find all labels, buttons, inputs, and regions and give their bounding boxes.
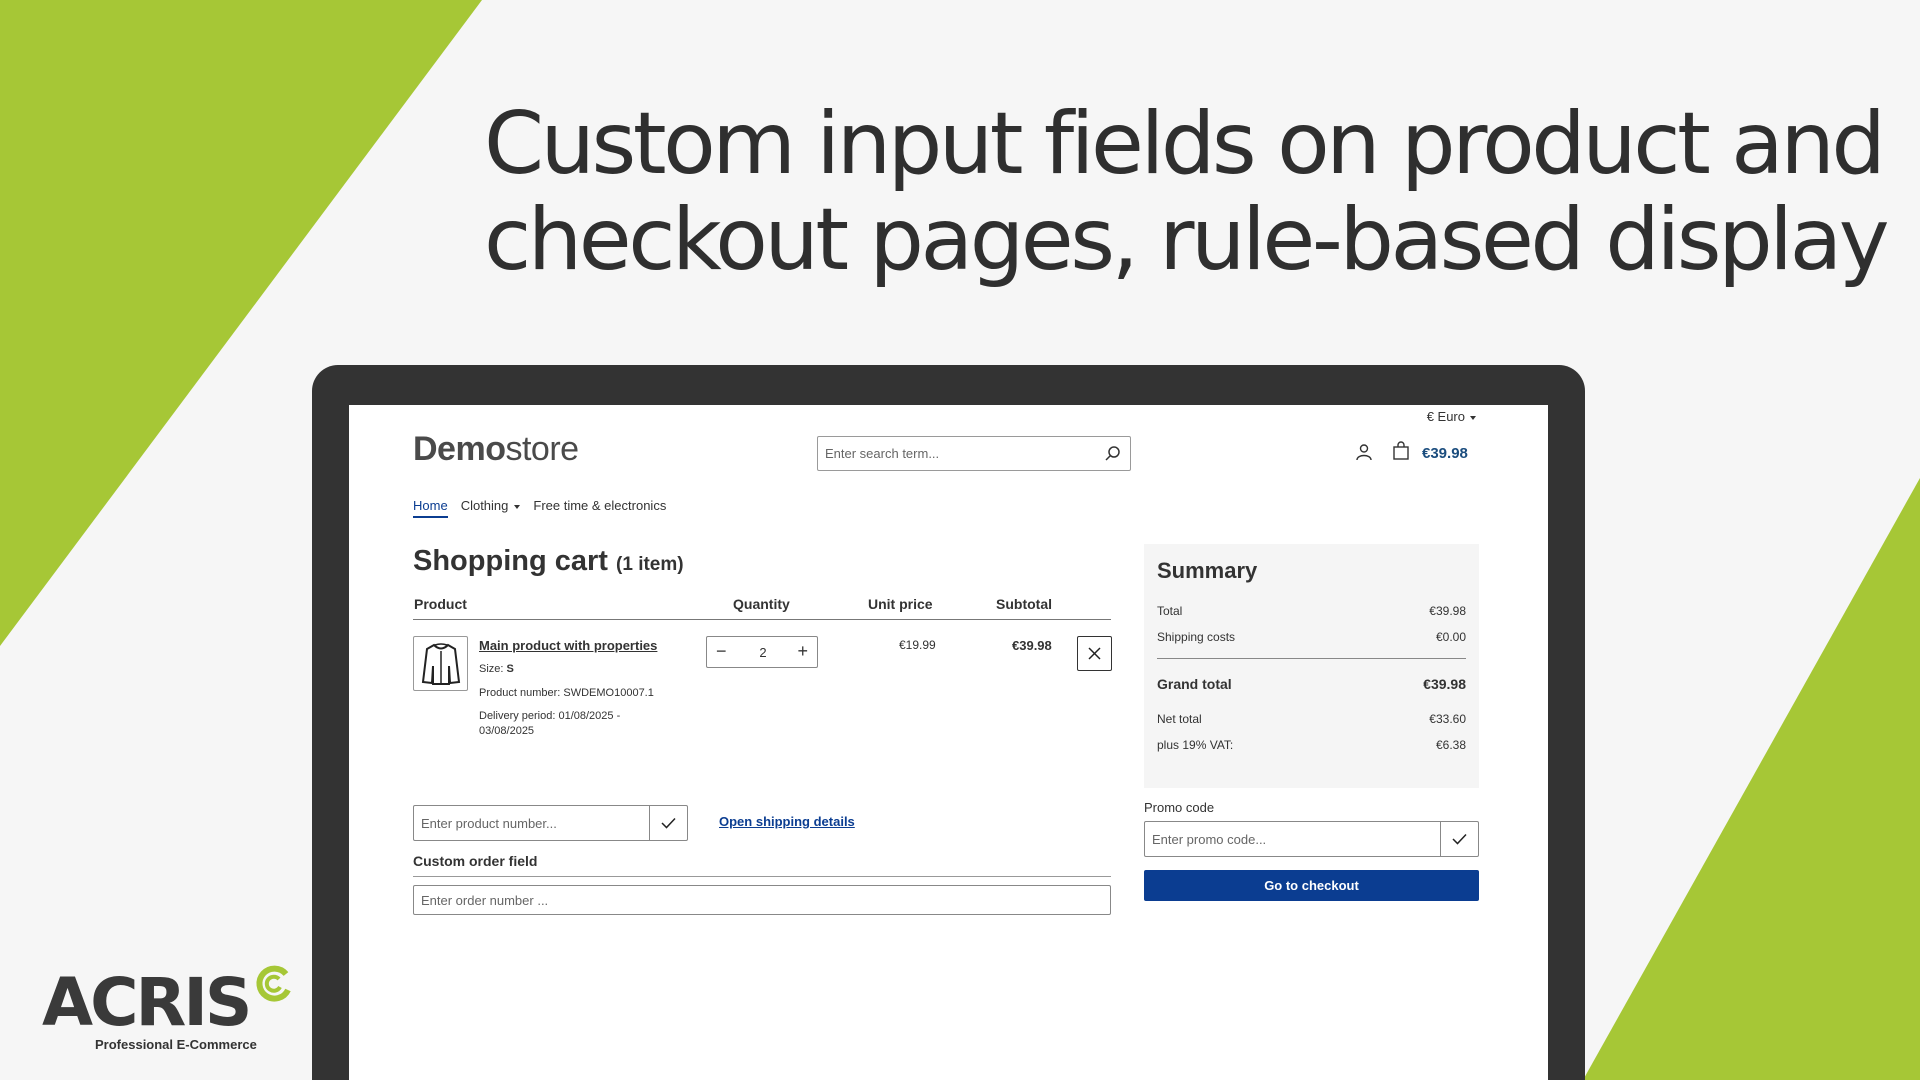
summary-row-value: €39.98 xyxy=(1429,604,1466,618)
summary-row-value: €6.38 xyxy=(1435,738,1466,752)
acris-tagline: Professional E-Commerce xyxy=(95,1037,257,1052)
logo-bold: Demo xyxy=(413,430,506,468)
order-number-input[interactable] xyxy=(414,886,1110,914)
search-box xyxy=(817,436,1131,471)
logo-light: store xyxy=(505,430,579,468)
cart-title: Shopping cart (1 item) xyxy=(413,545,684,578)
column-quantity: Quantity xyxy=(733,596,790,612)
delivery-period: Delivery period: 01/08/2025 - 03/08/2025 xyxy=(479,709,620,739)
cart-item-count: (1 item) xyxy=(616,554,684,575)
nav-item-clothing-label: Clothing xyxy=(460,498,509,513)
nav-item-clothing[interactable]: Clothing xyxy=(461,498,521,518)
currency-selector[interactable]: € Euro xyxy=(1427,409,1476,424)
product-size: Size: S xyxy=(479,662,514,677)
summary-row-label: Grand total xyxy=(1157,675,1232,692)
summary-row-shipping: Shipping costs €0.00 xyxy=(1157,624,1466,650)
main-navigation: Home Clothing Free time & electronics xyxy=(413,498,666,518)
summary-row-label: plus 19% VAT: xyxy=(1157,738,1234,752)
add-product-button[interactable] xyxy=(649,806,687,840)
summary-row-value: €0.00 xyxy=(1435,630,1466,644)
product-number-input[interactable] xyxy=(414,806,648,840)
column-unit-price: Unit price xyxy=(868,596,933,612)
summary-title: Summary xyxy=(1157,558,1258,583)
account-icon[interactable] xyxy=(1355,443,1373,461)
summary-row-label: Net total xyxy=(1157,712,1202,726)
summary-row-vat: plus 19% VAT: €6.38 xyxy=(1157,732,1466,758)
header-cart-total[interactable]: €39.98 xyxy=(1422,445,1468,462)
order-summary: Summary Total €39.98 Shipping costs €0.00 … xyxy=(1144,544,1479,788)
summary-row-value: €33.60 xyxy=(1429,712,1466,726)
checkmark-icon xyxy=(1452,833,1467,845)
store-logo[interactable]: Demostore xyxy=(413,430,579,469)
custom-order-field-label: Custom order field xyxy=(413,853,1111,877)
promo-code-form xyxy=(1144,821,1479,857)
checkmark-icon xyxy=(661,817,676,829)
store-screen: € Euro Demostore €39.98 Home Clothing Fr… xyxy=(349,405,1548,1080)
summary-row-label: Total xyxy=(1157,604,1183,618)
cart-bag-icon[interactable] xyxy=(1392,441,1410,461)
summary-row-total: Total €39.98 xyxy=(1157,598,1466,624)
custom-order-field xyxy=(413,885,1111,915)
currency-label: € Euro xyxy=(1426,409,1465,424)
column-subtotal: Subtotal xyxy=(996,596,1052,612)
acris-logo: ACRIS Professional E-Commerce xyxy=(42,964,291,1052)
size-value: S xyxy=(506,663,514,675)
quantity-decrease-button[interactable]: − xyxy=(716,641,727,662)
headline-line-2: checkout pages, rule-based display xyxy=(484,190,1890,290)
summary-row-grand-total: Grand total €39.98 xyxy=(1157,658,1466,700)
quantity-value[interactable]: 2 xyxy=(757,645,769,660)
chevron-down-icon xyxy=(1470,415,1476,420)
nav-item-home[interactable]: Home xyxy=(413,498,448,518)
cart-table-header: Product Quantity Unit price Subtotal xyxy=(413,596,1111,620)
laptop-frame: € Euro Demostore €39.98 Home Clothing Fr… xyxy=(312,365,1585,1080)
product-thumbnail[interactable] xyxy=(413,636,468,691)
headline: Custom input fields on product and check… xyxy=(484,94,1890,290)
unit-price: €19.99 xyxy=(899,638,936,652)
product-number: Product number: SWDEMO10007.1 xyxy=(479,687,654,699)
headline-line-1: Custom input fields on product and xyxy=(484,94,1886,194)
close-icon xyxy=(1088,647,1101,660)
promo-code-label: Promo code xyxy=(1144,800,1215,815)
line-subtotal: €39.98 xyxy=(1012,638,1052,653)
delivery-period-line-1: Delivery period: 01/08/2025 - xyxy=(479,710,621,722)
quantity-increase-button[interactable]: + xyxy=(797,641,808,662)
delivery-period-line-2: 03/08/2025 xyxy=(479,725,535,737)
chevron-down-icon xyxy=(514,504,521,509)
promo-code-input[interactable] xyxy=(1145,822,1435,856)
shirt-icon xyxy=(421,642,460,685)
search-input[interactable] xyxy=(818,437,1088,470)
go-to-checkout-button[interactable]: Go to checkout xyxy=(1144,870,1479,901)
summary-row-net-total: Net total €33.60 xyxy=(1157,706,1466,732)
quantity-stepper: − 2 + xyxy=(706,636,818,668)
size-label: Size: xyxy=(479,663,504,675)
summary-row-label: Shipping costs xyxy=(1157,630,1236,644)
search-icon[interactable] xyxy=(1104,445,1122,463)
add-product-form xyxy=(413,805,688,841)
cart-title-text: Shopping cart xyxy=(413,545,608,577)
nav-item-free-time[interactable]: Free time & electronics xyxy=(533,498,666,518)
product-name-link[interactable]: Main product with properties xyxy=(479,638,657,653)
summary-row-value: €39.98 xyxy=(1423,675,1466,692)
acris-swirl-icon xyxy=(256,965,291,1002)
remove-item-button[interactable] xyxy=(1077,636,1112,671)
acris-logo-word: ACRIS xyxy=(42,964,252,1041)
column-product: Product xyxy=(414,596,467,612)
open-shipping-details-link[interactable]: Open shipping details xyxy=(719,814,855,829)
apply-promo-button[interactable] xyxy=(1440,822,1478,856)
